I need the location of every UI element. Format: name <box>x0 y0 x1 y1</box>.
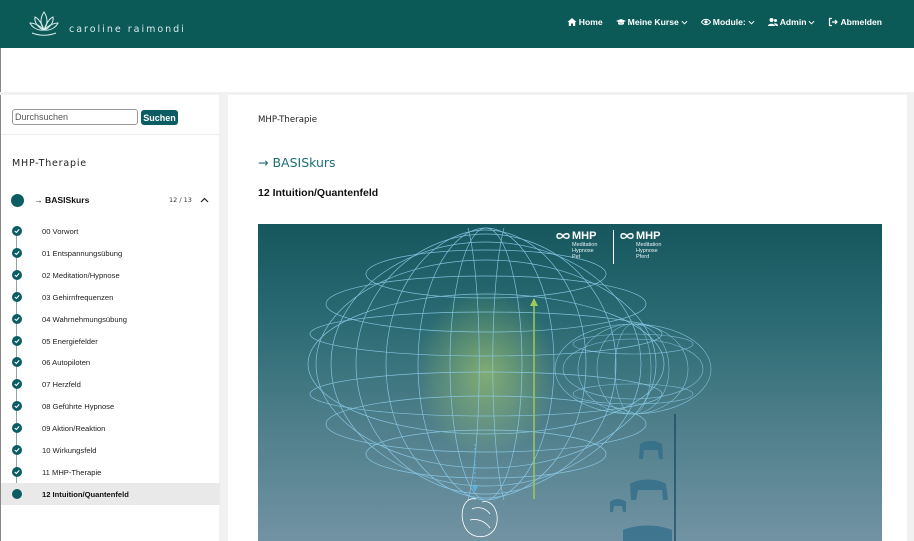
check-circle-icon <box>12 226 22 236</box>
lesson-item[interactable]: 10 Wirkungsfeld <box>1 439 220 461</box>
mhp-pferd-logo-name: MHP <box>636 230 661 242</box>
infinity-icon <box>556 233 570 239</box>
nav-my-courses-label: Meine Kurse <box>627 17 679 27</box>
lesson-item[interactable]: 08 Geführte Hypnose <box>1 395 220 417</box>
mhp-pet-logo-name: MHP <box>572 230 597 242</box>
check-circle-icon <box>12 291 22 302</box>
lesson-label: 05 Energiefelder <box>42 336 98 346</box>
check-circle-icon <box>12 423 22 434</box>
lesson-label: 00 Vorwort <box>42 227 79 236</box>
lesson-label: 08 Geführte Hypnose <box>42 402 115 412</box>
chevron-down-icon <box>808 20 815 25</box>
course-progress-count: 12 / 13 <box>169 196 192 204</box>
main-content: MHP-Therapie → BASISkurs 12 Intuition/Qu… <box>228 95 907 541</box>
nav-home[interactable]: Home <box>567 17 603 27</box>
nav-modules[interactable]: Module: <box>700 17 755 27</box>
eye-icon <box>700 18 711 26</box>
lesson-item[interactable]: 07 Herzfeld <box>1 373 220 395</box>
lesson-item[interactable]: 01 Entspannungsübung <box>1 242 220 264</box>
mhp-pferd-logo-line-3: Pferd <box>636 254 650 260</box>
lesson-label: 09 Aktion/Reaktion <box>42 424 106 434</box>
quantum-field-illustration <box>307 227 712 541</box>
check-circle-icon <box>12 313 22 324</box>
lesson-item[interactable]: 00 Vorwort <box>1 220 220 242</box>
chevron-down-icon <box>748 20 755 25</box>
mhp-pet-logo-line-3: Pet <box>572 254 581 260</box>
section-heading[interactable]: → BASISkurs <box>258 155 336 170</box>
lesson-item[interactable]: 02 Meditation/Hypnose <box>1 264 220 286</box>
nav-home-label: Home <box>578 17 603 27</box>
lesson-label: 06 Autopiloten <box>42 358 91 368</box>
check-circle-icon <box>12 269 22 280</box>
sidebar-divider <box>1 134 220 135</box>
lesson-item[interactable]: 04 Wahrnehmungsübung <box>1 308 220 330</box>
current-lesson-dot <box>12 488 22 499</box>
users-icon <box>767 18 778 26</box>
nav-admin[interactable]: Admin <box>767 17 816 27</box>
check-circle-icon <box>12 247 22 258</box>
lesson-label: 12 Intuition/Quantenfeld <box>42 489 129 499</box>
lesson-label: 02 Meditation/Hypnose <box>42 270 120 280</box>
nav-admin-label: Admin <box>779 17 807 27</box>
lesson-item[interactable]: 05 Energiefelder <box>1 330 220 352</box>
sidebar-title: MHP-Therapie <box>12 158 87 169</box>
main-nav: Home Meine Kurse Module: Admin Abmelden <box>567 17 882 27</box>
lesson-item[interactable]: 11 MHP-Therapie <box>1 461 220 483</box>
lesson-item[interactable]: 03 Gehirnfrequenzen <box>1 286 220 308</box>
nav-modules-label: Module: <box>712 17 746 27</box>
lesson-label: 04 Wahrnehmungsübung <box>42 314 127 324</box>
nav-logout[interactable]: Abmelden <box>828 17 882 27</box>
header-spacer-band <box>0 48 914 92</box>
search-input[interactable] <box>12 109 138 125</box>
lesson-label: 10 Wirkungsfeld <box>42 446 97 455</box>
lesson-item[interactable]: 09 Aktion/Reaktion <box>1 417 220 439</box>
course-sidebar: Suchen MHP-Therapie → BASISkurs 12 / 13 … <box>0 95 220 541</box>
chevron-down-icon <box>681 20 688 25</box>
nav-my-courses[interactable]: Meine Kurse <box>615 17 688 27</box>
lesson-title: 12 Intuition/Quantenfeld <box>258 187 379 199</box>
graduation-cap-icon <box>615 19 626 25</box>
check-circle-icon <box>12 335 22 346</box>
lesson-label: 07 Herzfeld <box>42 380 81 390</box>
check-circle-icon <box>12 445 22 455</box>
check-circle-icon <box>12 379 22 390</box>
home-icon <box>567 18 577 26</box>
lesson-label: 01 Entspannungsübung <box>42 248 123 258</box>
lesson-label: 03 Gehirnfrequenzen <box>42 292 114 302</box>
infinity-icon <box>620 233 634 239</box>
course-name: → BASISkurs <box>34 195 90 205</box>
lesson-image[interactable]: MHP Meditation Hypnose Pet MHP Meditatio… <box>258 224 882 541</box>
mhp-pet-logo: MHP Meditation Hypnose Pet <box>556 230 597 260</box>
mhp-pferd-logo: MHP Meditation Hypnose Pferd <box>620 230 661 260</box>
nav-logout-label: Abmelden <box>840 17 882 27</box>
chevron-up-icon[interactable] <box>200 196 209 205</box>
logout-icon <box>829 17 839 27</box>
lesson-item[interactable]: 06 Autopiloten <box>1 351 220 373</box>
search-button[interactable]: Suchen <box>141 110 178 125</box>
course-toggle[interactable]: → BASISkurs 12 / 13 <box>1 190 220 212</box>
check-circle-icon <box>12 357 22 368</box>
brand-name[interactable]: caroline raimondi <box>69 24 186 35</box>
course-status-dot <box>11 194 24 207</box>
logo-separator <box>613 230 614 264</box>
lesson-item[interactable]: 12 Intuition/Quantenfeld <box>1 482 220 505</box>
top-navigation-bar: caroline raimondi Home Meine Kurse Modul… <box>0 0 914 48</box>
lotus-logo-icon[interactable] <box>28 8 60 38</box>
check-circle-icon <box>12 401 22 412</box>
check-circle-icon <box>12 466 22 477</box>
lesson-label: 11 MHP-Therapie <box>42 467 102 477</box>
breadcrumb[interactable]: MHP-Therapie <box>258 115 317 125</box>
